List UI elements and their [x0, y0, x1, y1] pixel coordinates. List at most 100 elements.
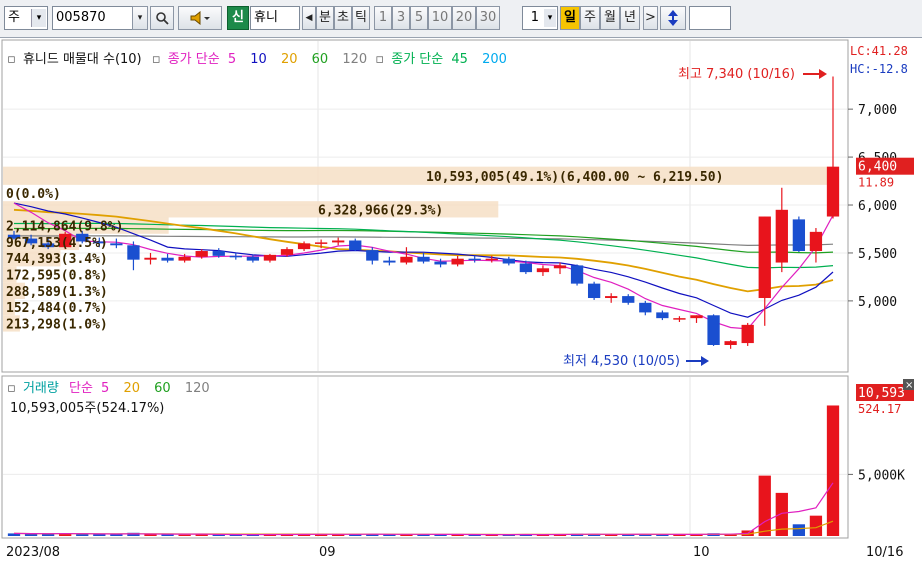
- candle-body: [332, 240, 345, 243]
- chevron-left-icon: ◀: [305, 13, 313, 23]
- date-label-sep: 09: [319, 545, 336, 560]
- chart-background: [0, 38, 922, 566]
- date-label-last: 10/16: [866, 545, 903, 560]
- volume-last-label: 10,593: [858, 386, 905, 401]
- more-button[interactable]: >: [643, 6, 658, 30]
- price-tick-label: 7,000: [858, 103, 897, 118]
- tab-week[interactable]: 주: [580, 6, 600, 30]
- candle-body: [434, 261, 447, 265]
- legend-price-title: 휴니드 매물대 수(10): [23, 52, 142, 67]
- candle-body: [212, 251, 225, 256]
- tab-tick[interactable]: 틱: [352, 6, 370, 30]
- candle-body: [741, 324, 754, 344]
- legend-vol-ma-5: 5: [101, 381, 109, 396]
- code-dropdown-button[interactable]: ▾: [132, 6, 148, 30]
- volume-profile-label: 744,393(3.4%): [6, 252, 108, 267]
- candle-body: [144, 257, 157, 260]
- candle-body: [775, 209, 788, 263]
- market-select[interactable]: 주 ▾: [4, 6, 48, 30]
- lc-label: LC:41.28: [850, 44, 908, 58]
- sound-button[interactable]: [178, 6, 222, 30]
- candle-body: [178, 256, 191, 261]
- credit-badge: 신: [227, 6, 249, 30]
- candle-body: [656, 312, 669, 319]
- candle-body: [639, 302, 652, 313]
- candle-body: [605, 296, 618, 299]
- sort-button[interactable]: [660, 6, 686, 30]
- tab-year[interactable]: 년: [620, 6, 640, 30]
- search-button[interactable]: [150, 6, 174, 30]
- legend-vol-ma-prefix: 단순: [69, 381, 93, 396]
- candle-body: [229, 255, 242, 258]
- tab-day[interactable]: 일: [560, 6, 580, 30]
- legend-bullet: ▫: [7, 52, 16, 67]
- interval-1[interactable]: 1: [374, 6, 392, 30]
- candle-body: [417, 256, 430, 262]
- chevron-down-icon: ▾: [137, 13, 143, 23]
- volume-profile-label: 213,298(1.0%): [6, 317, 108, 332]
- prev-button[interactable]: ◀: [302, 6, 316, 30]
- high-annotation: 최고 7,340 (10/16): [678, 67, 795, 82]
- candle-body: [792, 219, 806, 252]
- candle-body: [314, 242, 328, 244]
- market-label: 주: [8, 10, 20, 25]
- last-price-label: 6,400: [858, 160, 897, 175]
- search-icon: [156, 12, 169, 25]
- interval-5[interactable]: 5: [410, 6, 428, 30]
- candle-body: [127, 245, 140, 260]
- legend-vol-ma-20: 20: [123, 381, 140, 396]
- tab-month[interactable]: 월: [600, 6, 620, 30]
- volume-profile-label: 152,484(0.7%): [6, 301, 108, 316]
- tab-second[interactable]: 초: [334, 6, 352, 30]
- candle-body: [349, 240, 362, 251]
- interval-10[interactable]: 10: [428, 6, 452, 30]
- extra-input[interactable]: [689, 6, 731, 30]
- volume-profile-label: 10,593,005(49.1%)(6,400.00 ~ 6,219.50): [426, 170, 723, 185]
- legend-price: ▫ 휴니드 매물대 수(10) ▫ 종가 단순 5 10 20 60 120 ▫…: [7, 52, 507, 67]
- chevron-down-icon[interactable]: ▾: [31, 9, 46, 27]
- volume-bar: [93, 534, 106, 536]
- candle-body: [536, 268, 550, 273]
- volume-profile-label: 967,153(4.5%): [6, 236, 108, 251]
- interval-30[interactable]: 30: [476, 6, 500, 30]
- interval-tabs: 1 3 5 10 20 30: [374, 6, 520, 30]
- candle-body: [400, 256, 413, 263]
- candle-body: [587, 283, 601, 299]
- candle-body: [622, 296, 635, 303]
- volume-profile-label: 288,589(1.3%): [6, 285, 108, 300]
- legend-bullet: ▫: [375, 52, 384, 67]
- close-icon-glyph: ×: [905, 380, 913, 391]
- candle-body: [110, 243, 123, 246]
- candle-body: [263, 254, 277, 261]
- legend-ma-20: 20: [281, 52, 298, 67]
- volume-bar: [110, 534, 123, 536]
- interval-20[interactable]: 20: [452, 6, 476, 30]
- count-input[interactable]: 1 ▾: [522, 6, 558, 30]
- last-price-sub: 11.89: [858, 176, 894, 190]
- legend-ma-60: 60: [312, 52, 329, 67]
- hc-label: HC:-12.8: [850, 62, 908, 76]
- volume-profile-label: 2,114,864(9.8%): [6, 220, 123, 235]
- legend-ma-120: 120: [342, 52, 367, 67]
- candle-body: [161, 257, 174, 261]
- volume-bar: [758, 475, 771, 536]
- speaker-icon: [190, 10, 210, 26]
- volume-profile-label: 0(0.0%): [6, 187, 61, 202]
- volume-bar: [826, 405, 840, 536]
- candle-body: [383, 260, 396, 263]
- volume-last-sub: 524.17: [858, 402, 901, 416]
- calendar-tabs: 일주월년: [560, 6, 642, 30]
- legend-vol-ma-60: 60: [154, 381, 171, 396]
- date-label-aug: 2023/08: [6, 545, 60, 560]
- candle-body: [485, 258, 498, 261]
- legend-ma-10: 10: [250, 52, 267, 67]
- interval-3[interactable]: 3: [392, 6, 410, 30]
- low-annotation: 최저 4,530 (10/05): [563, 354, 680, 369]
- volume-bar: [41, 534, 55, 536]
- candle-body: [809, 231, 823, 252]
- tab-minute[interactable]: 분: [316, 6, 334, 30]
- volume-bar: [178, 534, 191, 536]
- date-label-oct: 10: [693, 545, 710, 560]
- chevron-down-icon[interactable]: ▾: [544, 9, 556, 27]
- volume-bar: [76, 534, 89, 536]
